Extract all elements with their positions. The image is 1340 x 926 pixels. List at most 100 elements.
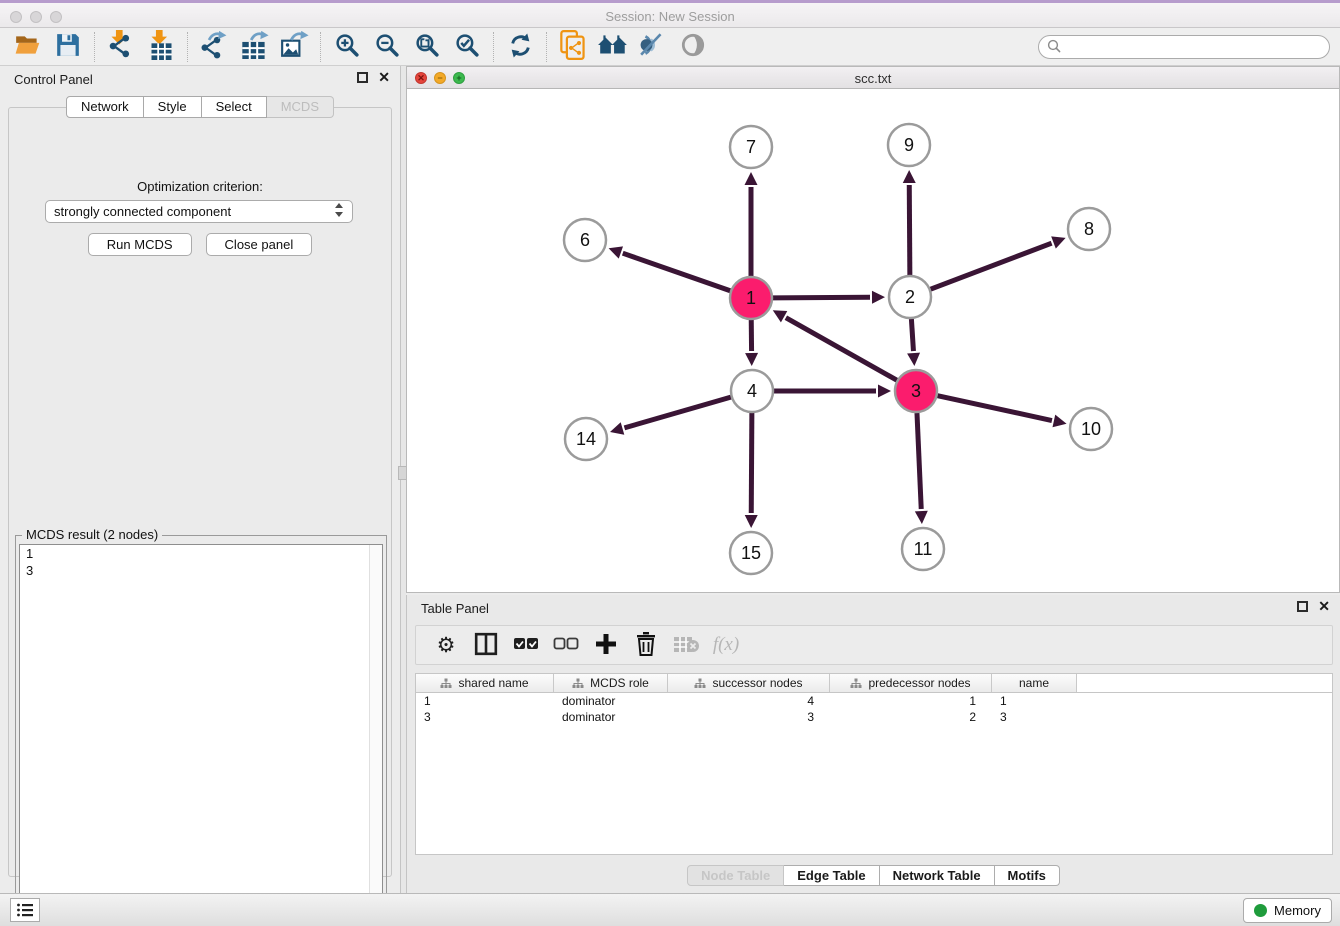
graph-node-8[interactable]: 8 (1068, 208, 1110, 250)
graph-node-6[interactable]: 6 (564, 219, 606, 261)
delete-column-icon (635, 632, 657, 659)
edge-3-10[interactable] (937, 396, 1051, 421)
show-columns-button[interactable] (468, 628, 504, 662)
network-canvas[interactable]: 7 9 6 8 1 2 4 3 14 10 15 11 (407, 89, 1339, 592)
graph-node-3[interactable]: 3 (895, 370, 937, 412)
column-header-successor-nodes[interactable]: successor nodes (668, 674, 830, 692)
zoom-selected-button[interactable] (447, 30, 487, 64)
graph-node-2[interactable]: 2 (889, 276, 931, 318)
mcds-result-item[interactable]: 1 (20, 545, 382, 562)
optimization-criterion-label: Optimization criterion: (9, 179, 391, 194)
close-panel-icon[interactable]: ✕ (378, 72, 390, 83)
column-header-shared-name[interactable]: shared name (416, 674, 554, 692)
memory-button[interactable]: Memory (1243, 898, 1332, 923)
save-session-button[interactable] (48, 30, 88, 64)
tab-select[interactable]: Select (202, 96, 267, 118)
column-type-icon (850, 678, 862, 689)
table-cell: 3 (992, 709, 1077, 725)
session-title: Session: New Session (0, 9, 1340, 24)
export-table-button[interactable] (234, 30, 274, 64)
edge-2-8[interactable] (931, 243, 1052, 289)
table-tabs: Node TableEdge TableNetwork TableMotifs (407, 865, 1340, 886)
graph-node-14[interactable]: 14 (565, 418, 607, 460)
graph-node-9[interactable]: 9 (888, 124, 930, 166)
clone-network-button[interactable] (553, 30, 593, 64)
table-header-row: shared nameMCDS rolesuccessor nodesprede… (416, 674, 1332, 693)
open-session-button[interactable] (8, 30, 48, 64)
hide-graphics-details-button[interactable] (633, 30, 673, 64)
graph-node-10[interactable]: 10 (1070, 408, 1112, 450)
graph-node-7[interactable]: 7 (730, 126, 772, 168)
zoom-out-button[interactable] (367, 30, 407, 64)
export-network-button[interactable] (194, 30, 234, 64)
mcds-result-item[interactable]: 3 (20, 562, 382, 579)
delete-column-button[interactable] (628, 628, 664, 662)
column-type-icon (694, 678, 706, 689)
optimization-select[interactable]: strongly connected component (45, 200, 353, 223)
node-label: 4 (747, 381, 757, 401)
edge-2-9[interactable] (909, 185, 910, 275)
search-box[interactable] (1038, 35, 1330, 59)
import-table-icon (148, 30, 175, 63)
run-mcds-button[interactable]: Run MCDS (88, 233, 192, 256)
search-input[interactable] (1066, 38, 1329, 56)
task-history-button[interactable] (10, 898, 40, 922)
list-icon (16, 902, 34, 918)
clear-checkboxes-button[interactable] (548, 628, 584, 662)
import-network-button[interactable] (101, 30, 141, 64)
memory-label: Memory (1274, 903, 1321, 918)
float-panel-icon[interactable] (357, 72, 368, 83)
node-label: 2 (905, 287, 915, 307)
float-table-panel-icon[interactable] (1297, 601, 1308, 612)
node-label: 1 (746, 288, 756, 308)
first-neighbors-button[interactable] (593, 30, 633, 64)
result-scrollbar[interactable] (369, 545, 382, 905)
table-panel: Table Panel ✕ ⚙f(x) shared nameMCDS role… (406, 595, 1340, 893)
add-column-button[interactable] (588, 628, 624, 662)
edge-3-11[interactable] (917, 413, 921, 509)
mcds-result-list[interactable]: 13 (19, 544, 383, 906)
edge-arrow-4-14 (610, 422, 624, 434)
show-graphics-details-button[interactable] (673, 30, 713, 64)
column-header-MCDS-role[interactable]: MCDS role (554, 674, 668, 692)
graph-node-4[interactable]: 4 (731, 370, 773, 412)
node-table: shared nameMCDS rolesuccessor nodesprede… (415, 673, 1333, 855)
edge-3-1[interactable] (786, 318, 897, 381)
show-graphics-details-icon (679, 32, 707, 61)
table-settings-button[interactable]: ⚙ (428, 628, 464, 662)
control-panel-tabs: NetworkStyleSelectMCDS (0, 96, 400, 118)
edge-2-3[interactable] (911, 319, 913, 351)
tab-edge-table[interactable]: Edge Table (784, 865, 879, 886)
node-label: 8 (1084, 219, 1094, 239)
zoom-fit-button[interactable] (407, 30, 447, 64)
node-label: 15 (741, 543, 761, 563)
edge-1-2[interactable] (773, 297, 870, 298)
zoom-in-button[interactable] (327, 30, 367, 64)
graph-node-15[interactable]: 15 (730, 532, 772, 574)
close-panel-button[interactable]: Close panel (206, 233, 313, 256)
control-panel-header: Control Panel ✕ (0, 66, 400, 92)
tab-network[interactable]: Network (66, 96, 144, 118)
tab-node-table[interactable]: Node Table (687, 865, 784, 886)
close-table-panel-icon[interactable]: ✕ (1318, 601, 1330, 612)
edge-4-15[interactable] (751, 413, 752, 513)
column-header-predecessor-nodes[interactable]: predecessor nodes (830, 674, 992, 692)
table-row[interactable]: 1dominator411 (416, 693, 1332, 709)
network-title: scc.txt (407, 71, 1339, 86)
graph-node-11[interactable]: 11 (902, 528, 944, 570)
import-table-button[interactable] (141, 30, 181, 64)
network-graph[interactable]: 7 9 6 8 1 2 4 3 14 10 15 11 (407, 89, 1339, 592)
edge-4-14[interactable] (624, 397, 730, 428)
tab-style[interactable]: Style (144, 96, 202, 118)
refresh-button[interactable] (500, 30, 540, 64)
export-image-button[interactable] (274, 30, 314, 64)
table-row[interactable]: 3dominator323 (416, 709, 1332, 725)
edge-1-6[interactable] (623, 253, 730, 291)
select-all-checkboxes-button[interactable] (508, 628, 544, 662)
column-header-name[interactable]: name (992, 674, 1077, 692)
tab-network-table[interactable]: Network Table (880, 865, 995, 886)
tab-motifs[interactable]: Motifs (995, 865, 1060, 886)
graph-node-1[interactable]: 1 (730, 277, 772, 319)
node-label: 6 (580, 230, 590, 250)
tab-mcds[interactable]: MCDS (267, 96, 334, 118)
